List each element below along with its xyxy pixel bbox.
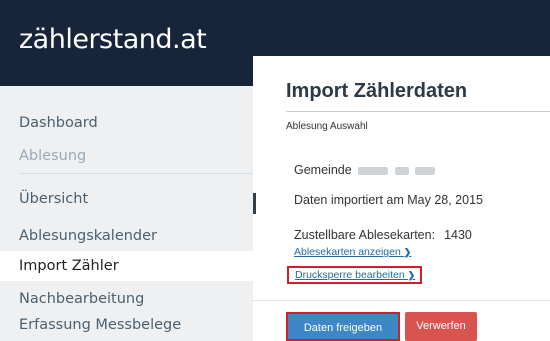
deliverable-cards-label: Zustellbare Ablesekarten: bbox=[294, 228, 436, 242]
discard-button[interactable]: Verwerfen bbox=[405, 312, 477, 341]
sidebar: Dashboard Ablesung Übersicht Ablesungska… bbox=[0, 86, 263, 341]
redacted-text bbox=[394, 166, 409, 175]
deliverable-cards-count: 1430 bbox=[444, 228, 472, 242]
redacted-text bbox=[415, 166, 436, 175]
panel-resize-handle[interactable] bbox=[253, 193, 256, 214]
chevron-right-icon: ❯ bbox=[407, 270, 416, 280]
deliverable-cards-row: Zustellbare Ablesekarten: 1430 bbox=[294, 228, 472, 242]
release-data-label: Daten freigeben bbox=[303, 322, 383, 334]
sidebar-item-dashboard[interactable]: Dashboard bbox=[0, 108, 263, 138]
breadcrumb: Ablesung Auswahl bbox=[286, 121, 368, 132]
redacted-text bbox=[358, 166, 389, 175]
show-reading-cards-link[interactable]: Ablesekarten anzeigen ❯ bbox=[294, 246, 411, 258]
chevron-right-icon: ❯ bbox=[403, 247, 412, 257]
show-reading-cards-label: Ablesekarten anzeigen bbox=[294, 246, 401, 258]
title-divider bbox=[286, 111, 550, 112]
edit-print-lock-label: Drucksperre bearbeiten bbox=[295, 269, 405, 281]
release-data-button[interactable]: Daten freigeben bbox=[286, 312, 400, 341]
municipality-label: Gemeinde bbox=[294, 163, 352, 177]
sidebar-item-uebersicht[interactable]: Übersicht bbox=[0, 184, 263, 214]
edit-print-lock-link[interactable]: Drucksperre bearbeiten ❯ bbox=[287, 266, 423, 284]
sidebar-section-ablesung: Ablesung bbox=[19, 148, 87, 164]
import-date-text: Daten importiert am May 28, 2015 bbox=[294, 193, 483, 207]
actions-divider bbox=[253, 300, 550, 301]
page-title: Import Zählerdaten bbox=[286, 80, 468, 102]
municipality-row: Gemeinde bbox=[294, 163, 436, 177]
sidebar-divider bbox=[19, 173, 263, 174]
sidebar-item-erfassung-messbelege[interactable]: Erfassung Messbelege bbox=[0, 310, 263, 340]
app-logo[interactable]: zählerstand.at bbox=[19, 24, 207, 55]
sidebar-item-ablesungskalender[interactable]: Ablesungskalender bbox=[0, 221, 263, 251]
sidebar-item-import-zaehler[interactable]: Import Zähler bbox=[0, 251, 263, 281]
